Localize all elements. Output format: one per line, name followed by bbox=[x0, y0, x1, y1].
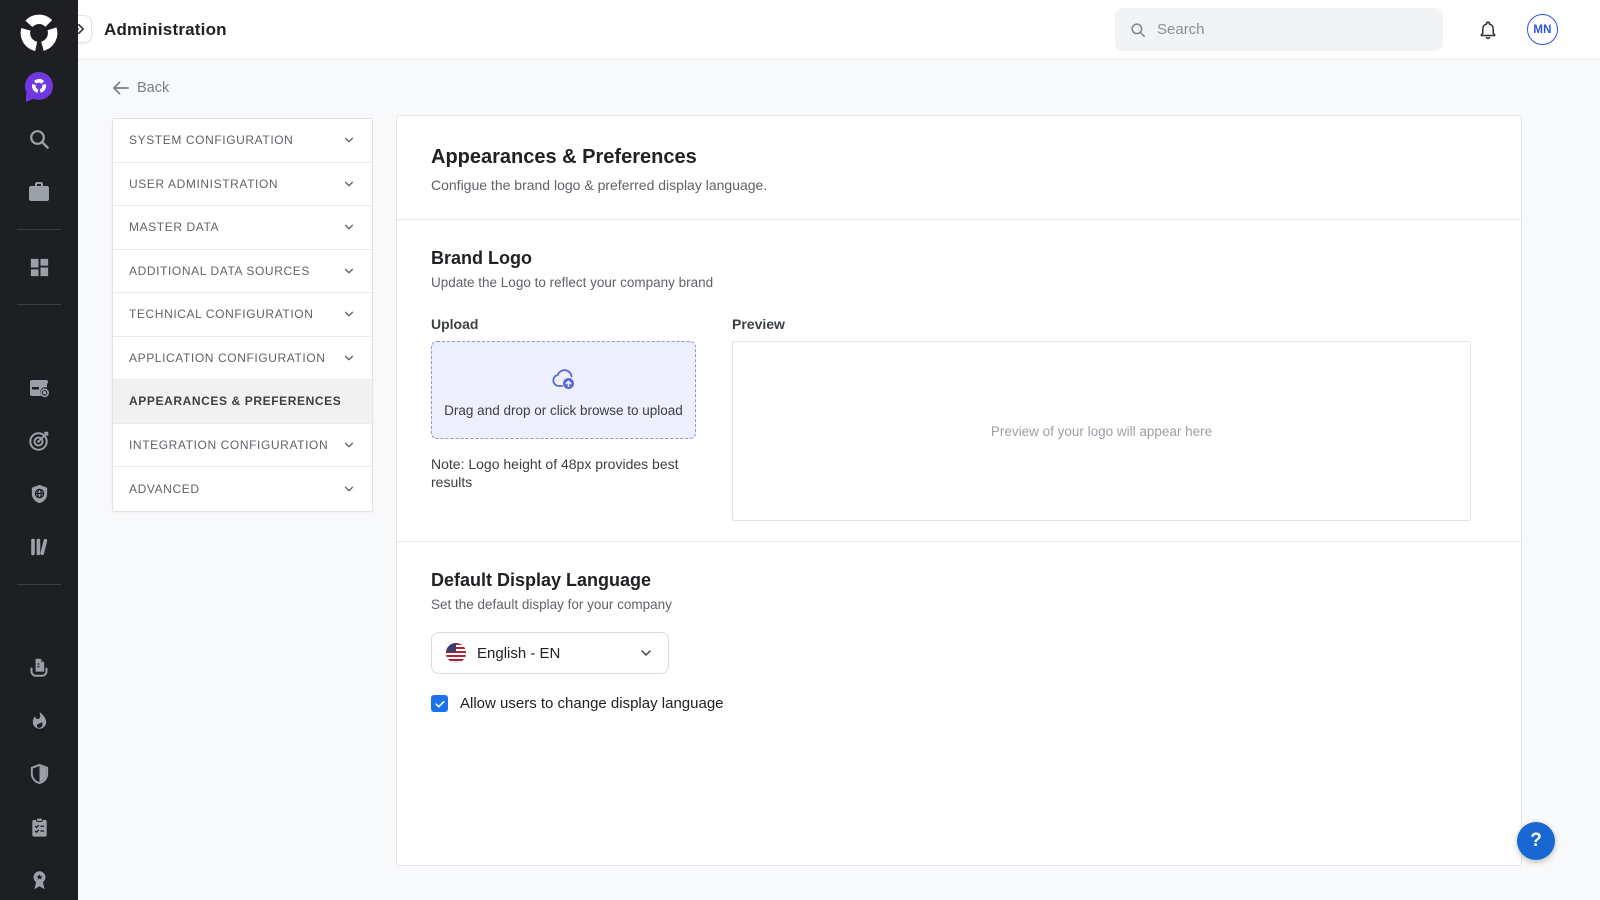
allow-language-change-label: Allow users to change display language bbox=[460, 695, 724, 712]
badge-icon[interactable] bbox=[21, 862, 57, 898]
target-icon[interactable] bbox=[21, 423, 57, 459]
chevron-down-icon bbox=[342, 438, 356, 452]
accordion-item-user-administration[interactable]: USER ADMINISTRATION bbox=[113, 163, 372, 207]
briefcase-icon[interactable] bbox=[21, 174, 57, 210]
upload-hint: Drag and drop or click browse to upload bbox=[444, 403, 683, 418]
dashboard-icon[interactable] bbox=[21, 249, 57, 285]
help-button[interactable]: ? bbox=[1517, 822, 1555, 860]
shield-globe-icon[interactable] bbox=[21, 476, 57, 512]
card-subtitle: Configue the brand logo & preferred disp… bbox=[431, 177, 1487, 193]
brand-logo-section: Brand Logo Update the Logo to reflect yo… bbox=[397, 220, 1521, 541]
document-tray-icon[interactable] bbox=[21, 650, 57, 686]
settings-accordion: SYSTEM CONFIGURATION USER ADMINISTRATION… bbox=[112, 118, 373, 512]
card-header: Appearances & Preferences Configue the b… bbox=[397, 116, 1521, 220]
language-title: Default Display Language bbox=[431, 570, 1471, 591]
rail-divider bbox=[17, 229, 61, 230]
allow-language-change-row[interactable]: Allow users to change display language bbox=[431, 695, 1471, 712]
accordion-item-application-configuration[interactable]: APPLICATION CONFIGURATION bbox=[113, 337, 372, 381]
display-language-section: Default Display Language Set the default… bbox=[397, 542, 1521, 732]
accordion-item-additional-data-sources[interactable]: ADDITIONAL DATA SOURCES bbox=[113, 250, 372, 294]
notifications-button[interactable] bbox=[1471, 13, 1505, 47]
preview-label: Preview bbox=[732, 316, 1471, 332]
accordion-item-master-data[interactable]: MASTER DATA bbox=[113, 206, 372, 250]
language-select[interactable]: English - EN bbox=[431, 632, 669, 674]
logo-upload-dropzone[interactable]: Drag and drop or click browse to upload bbox=[431, 341, 696, 439]
chevron-down-icon bbox=[342, 177, 356, 191]
upload-note: Note: Logo height of 48px provides best … bbox=[431, 455, 686, 491]
us-flag-icon bbox=[446, 643, 466, 663]
content-area: Back SYSTEM CONFIGURATION USER ADMINISTR… bbox=[78, 60, 1600, 900]
arrow-left-icon bbox=[112, 81, 129, 95]
preview-placeholder: Preview of your logo will appear here bbox=[991, 424, 1212, 439]
flame-icon[interactable] bbox=[21, 703, 57, 739]
upload-label: Upload bbox=[431, 316, 696, 332]
rail-divider bbox=[17, 304, 61, 305]
assistant-icon[interactable] bbox=[21, 68, 57, 104]
chevron-down-icon bbox=[342, 307, 356, 321]
card-title: Appearances & Preferences bbox=[431, 146, 1487, 169]
search-icon bbox=[1129, 21, 1147, 39]
accordion-item-advanced[interactable]: ADVANCED bbox=[113, 467, 372, 511]
back-button[interactable]: Back bbox=[112, 80, 169, 96]
brand-logo-subtitle: Update the Logo to reflect your company … bbox=[431, 275, 1471, 290]
chevron-down-icon bbox=[638, 645, 654, 661]
search-bar[interactable] bbox=[1115, 8, 1443, 51]
accordion-item-technical-configuration[interactable]: TECHNICAL CONFIGURATION bbox=[113, 293, 372, 337]
chevron-down-icon bbox=[342, 351, 356, 365]
page-title: Administration bbox=[104, 20, 227, 40]
library-icon[interactable] bbox=[21, 529, 57, 565]
brand-logo-icon bbox=[17, 12, 61, 54]
cloud-upload-icon bbox=[549, 367, 579, 391]
language-subtitle: Set the default display for your company bbox=[431, 597, 1471, 612]
shield-icon[interactable] bbox=[21, 756, 57, 792]
chevron-down-icon bbox=[342, 482, 356, 496]
search-input[interactable] bbox=[1157, 21, 1429, 38]
left-rail bbox=[0, 0, 78, 900]
clipboard-icon[interactable] bbox=[21, 809, 57, 845]
accordion-item-integration-configuration[interactable]: INTEGRATION CONFIGURATION bbox=[113, 424, 372, 468]
appearances-preferences-card: Appearances & Preferences Configue the b… bbox=[396, 115, 1522, 866]
logo-preview-box: Preview of your logo will appear here bbox=[732, 341, 1471, 521]
accordion-item-appearances-preferences[interactable]: APPEARANCES & PREFERENCES bbox=[113, 380, 372, 424]
language-selected-value: English - EN bbox=[477, 645, 560, 662]
search-nav-icon[interactable] bbox=[21, 121, 57, 157]
brand-logo-title: Brand Logo bbox=[431, 248, 1471, 269]
check-icon bbox=[434, 698, 446, 710]
accordion-item-system-configuration[interactable]: SYSTEM CONFIGURATION bbox=[113, 119, 372, 163]
chevron-down-icon bbox=[342, 133, 356, 147]
avatar[interactable]: MN bbox=[1527, 14, 1558, 45]
chevron-down-icon bbox=[342, 220, 356, 234]
top-bar: Administration MN bbox=[78, 0, 1600, 60]
chevron-down-icon bbox=[342, 264, 356, 278]
wallet-notification-icon[interactable] bbox=[21, 370, 57, 406]
bell-icon bbox=[1477, 19, 1499, 41]
allow-language-change-checkbox[interactable] bbox=[431, 695, 448, 712]
back-label: Back bbox=[137, 80, 169, 96]
rail-divider bbox=[17, 584, 61, 585]
